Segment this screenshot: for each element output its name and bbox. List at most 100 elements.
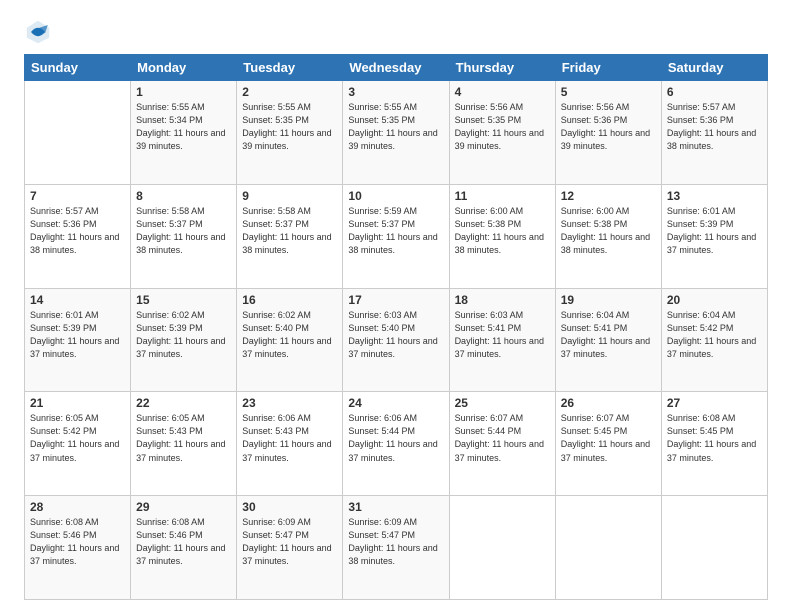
- calendar-day-cell: 10 Sunrise: 5:59 AMSunset: 5:37 PMDayligh…: [343, 184, 449, 288]
- day-number: 25: [455, 396, 550, 410]
- page: SundayMondayTuesdayWednesdayThursdayFrid…: [0, 0, 792, 612]
- day-number: 26: [561, 396, 656, 410]
- day-number: 7: [30, 189, 125, 203]
- calendar-day-header: Sunday: [25, 55, 131, 81]
- day-info: Sunrise: 6:04 AMSunset: 5:41 PMDaylight:…: [561, 309, 656, 361]
- day-info: Sunrise: 6:01 AMSunset: 5:39 PMDaylight:…: [667, 205, 762, 257]
- day-info: Sunrise: 6:00 AMSunset: 5:38 PMDaylight:…: [455, 205, 550, 257]
- calendar-day-header: Tuesday: [237, 55, 343, 81]
- day-info: Sunrise: 6:03 AMSunset: 5:40 PMDaylight:…: [348, 309, 443, 361]
- day-info: Sunrise: 5:55 AMSunset: 5:35 PMDaylight:…: [242, 101, 337, 153]
- day-number: 18: [455, 293, 550, 307]
- day-number: 10: [348, 189, 443, 203]
- day-number: 5: [561, 85, 656, 99]
- calendar-day-cell: 28Sunrise: 6:08 AMSunset: 5:46 PMDayligh…: [25, 496, 131, 600]
- day-number: 11: [455, 189, 550, 203]
- day-info: Sunrise: 5:57 AMSunset: 5:36 PMDaylight:…: [667, 101, 762, 153]
- calendar-day-cell: 2 Sunrise: 5:55 AMSunset: 5:35 PMDaylight…: [237, 81, 343, 185]
- day-info: Sunrise: 6:07 AMSunset: 5:45 PMDaylight:…: [561, 412, 656, 464]
- calendar-day-cell: 14 Sunrise: 6:01 AMSunset: 5:39 PMDayligh…: [25, 288, 131, 392]
- calendar-day-header: Saturday: [661, 55, 767, 81]
- calendar-day-header: Monday: [131, 55, 237, 81]
- day-number: 27: [667, 396, 762, 410]
- calendar-day-cell: 20Sunrise: 6:04 AMSunset: 5:42 PMDayligh…: [661, 288, 767, 392]
- calendar-header-row: SundayMondayTuesdayWednesdayThursdayFrid…: [25, 55, 768, 81]
- day-info: Sunrise: 6:06 AMSunset: 5:43 PMDaylight:…: [242, 412, 337, 464]
- day-number: 14: [30, 293, 125, 307]
- day-info: Sunrise: 5:55 AMSunset: 5:34 PMDaylight:…: [136, 101, 231, 153]
- day-number: 12: [561, 189, 656, 203]
- calendar-day-cell: 6 Sunrise: 5:57 AMSunset: 5:36 PMDaylight…: [661, 81, 767, 185]
- day-number: 16: [242, 293, 337, 307]
- calendar-day-cell: 22Sunrise: 6:05 AMSunset: 5:43 PMDayligh…: [131, 392, 237, 496]
- day-info: Sunrise: 6:08 AMSunset: 5:46 PMDaylight:…: [30, 516, 125, 568]
- calendar-day-header: Thursday: [449, 55, 555, 81]
- day-number: 2: [242, 85, 337, 99]
- calendar-week-row: 28Sunrise: 6:08 AMSunset: 5:46 PMDayligh…: [25, 496, 768, 600]
- calendar-day-cell: [555, 496, 661, 600]
- day-info: Sunrise: 6:08 AMSunset: 5:45 PMDaylight:…: [667, 412, 762, 464]
- day-number: 15: [136, 293, 231, 307]
- calendar-table: SundayMondayTuesdayWednesdayThursdayFrid…: [24, 54, 768, 600]
- day-number: 31: [348, 500, 443, 514]
- calendar-day-cell: 12 Sunrise: 6:00 AMSunset: 5:38 PMDayligh…: [555, 184, 661, 288]
- day-number: 21: [30, 396, 125, 410]
- day-info: Sunrise: 5:58 AMSunset: 5:37 PMDaylight:…: [242, 205, 337, 257]
- calendar-day-cell: 18 Sunrise: 6:03 AMSunset: 5:41 PMDayligh…: [449, 288, 555, 392]
- day-info: Sunrise: 5:59 AMSunset: 5:37 PMDaylight:…: [348, 205, 443, 257]
- day-number: 9: [242, 189, 337, 203]
- day-info: Sunrise: 5:56 AMSunset: 5:36 PMDaylight:…: [561, 101, 656, 153]
- calendar-day-cell: 27 Sunrise: 6:08 AMSunset: 5:45 PMDayligh…: [661, 392, 767, 496]
- day-number: 13: [667, 189, 762, 203]
- calendar-day-cell: [661, 496, 767, 600]
- calendar-day-cell: 21 Sunrise: 6:05 AMSunset: 5:42 PMDayligh…: [25, 392, 131, 496]
- calendar-day-cell: 24Sunrise: 6:06 AMSunset: 5:44 PMDayligh…: [343, 392, 449, 496]
- day-number: 22: [136, 396, 231, 410]
- day-number: 6: [667, 85, 762, 99]
- day-info: Sunrise: 6:09 AMSunset: 5:47 PMDaylight:…: [348, 516, 443, 568]
- calendar-day-cell: 5 Sunrise: 5:56 AMSunset: 5:36 PMDaylight…: [555, 81, 661, 185]
- day-info: Sunrise: 5:56 AMSunset: 5:35 PMDaylight:…: [455, 101, 550, 153]
- calendar-week-row: 14 Sunrise: 6:01 AMSunset: 5:39 PMDayligh…: [25, 288, 768, 392]
- day-info: Sunrise: 6:04 AMSunset: 5:42 PMDaylight:…: [667, 309, 762, 361]
- calendar-day-cell: 8Sunrise: 5:58 AMSunset: 5:37 PMDaylight…: [131, 184, 237, 288]
- calendar-day-cell: 17 Sunrise: 6:03 AMSunset: 5:40 PMDayligh…: [343, 288, 449, 392]
- calendar-day-cell: 29Sunrise: 6:08 AMSunset: 5:46 PMDayligh…: [131, 496, 237, 600]
- day-info: Sunrise: 6:03 AMSunset: 5:41 PMDaylight:…: [455, 309, 550, 361]
- calendar-day-cell: 23Sunrise: 6:06 AMSunset: 5:43 PMDayligh…: [237, 392, 343, 496]
- calendar-day-cell: 7Sunrise: 5:57 AMSunset: 5:36 PMDaylight…: [25, 184, 131, 288]
- calendar-day-cell: 31 Sunrise: 6:09 AMSunset: 5:47 PMDayligh…: [343, 496, 449, 600]
- calendar-day-cell: 4Sunrise: 5:56 AMSunset: 5:35 PMDaylight…: [449, 81, 555, 185]
- calendar-week-row: 21 Sunrise: 6:05 AMSunset: 5:42 PMDayligh…: [25, 392, 768, 496]
- calendar-day-header: Wednesday: [343, 55, 449, 81]
- day-info: Sunrise: 6:02 AMSunset: 5:40 PMDaylight:…: [242, 309, 337, 361]
- calendar-day-cell: 3 Sunrise: 5:55 AMSunset: 5:35 PMDaylight…: [343, 81, 449, 185]
- day-info: Sunrise: 5:58 AMSunset: 5:37 PMDaylight:…: [136, 205, 231, 257]
- day-info: Sunrise: 6:01 AMSunset: 5:39 PMDaylight:…: [30, 309, 125, 361]
- calendar-day-cell: [449, 496, 555, 600]
- calendar-day-header: Friday: [555, 55, 661, 81]
- calendar-day-cell: 9 Sunrise: 5:58 AMSunset: 5:37 PMDaylight…: [237, 184, 343, 288]
- logo-icon: [24, 18, 52, 46]
- calendar-day-cell: 30 Sunrise: 6:09 AMSunset: 5:47 PMDayligh…: [237, 496, 343, 600]
- calendar-week-row: 7Sunrise: 5:57 AMSunset: 5:36 PMDaylight…: [25, 184, 768, 288]
- day-number: 30: [242, 500, 337, 514]
- day-info: Sunrise: 6:07 AMSunset: 5:44 PMDaylight:…: [455, 412, 550, 464]
- calendar-day-cell: 13 Sunrise: 6:01 AMSunset: 5:39 PMDayligh…: [661, 184, 767, 288]
- logo: [24, 18, 56, 46]
- day-info: Sunrise: 6:09 AMSunset: 5:47 PMDaylight:…: [242, 516, 337, 568]
- calendar-day-cell: 1Sunrise: 5:55 AMSunset: 5:34 PMDaylight…: [131, 81, 237, 185]
- day-number: 17: [348, 293, 443, 307]
- header: [24, 18, 768, 46]
- calendar-day-cell: 25 Sunrise: 6:07 AMSunset: 5:44 PMDayligh…: [449, 392, 555, 496]
- calendar-day-cell: 19 Sunrise: 6:04 AMSunset: 5:41 PMDayligh…: [555, 288, 661, 392]
- day-info: Sunrise: 6:00 AMSunset: 5:38 PMDaylight:…: [561, 205, 656, 257]
- day-info: Sunrise: 5:55 AMSunset: 5:35 PMDaylight:…: [348, 101, 443, 153]
- day-number: 3: [348, 85, 443, 99]
- day-number: 29: [136, 500, 231, 514]
- day-number: 19: [561, 293, 656, 307]
- calendar-day-cell: 16 Sunrise: 6:02 AMSunset: 5:40 PMDayligh…: [237, 288, 343, 392]
- day-info: Sunrise: 6:05 AMSunset: 5:42 PMDaylight:…: [30, 412, 125, 464]
- calendar-day-cell: 11 Sunrise: 6:00 AMSunset: 5:38 PMDayligh…: [449, 184, 555, 288]
- calendar-day-cell: [25, 81, 131, 185]
